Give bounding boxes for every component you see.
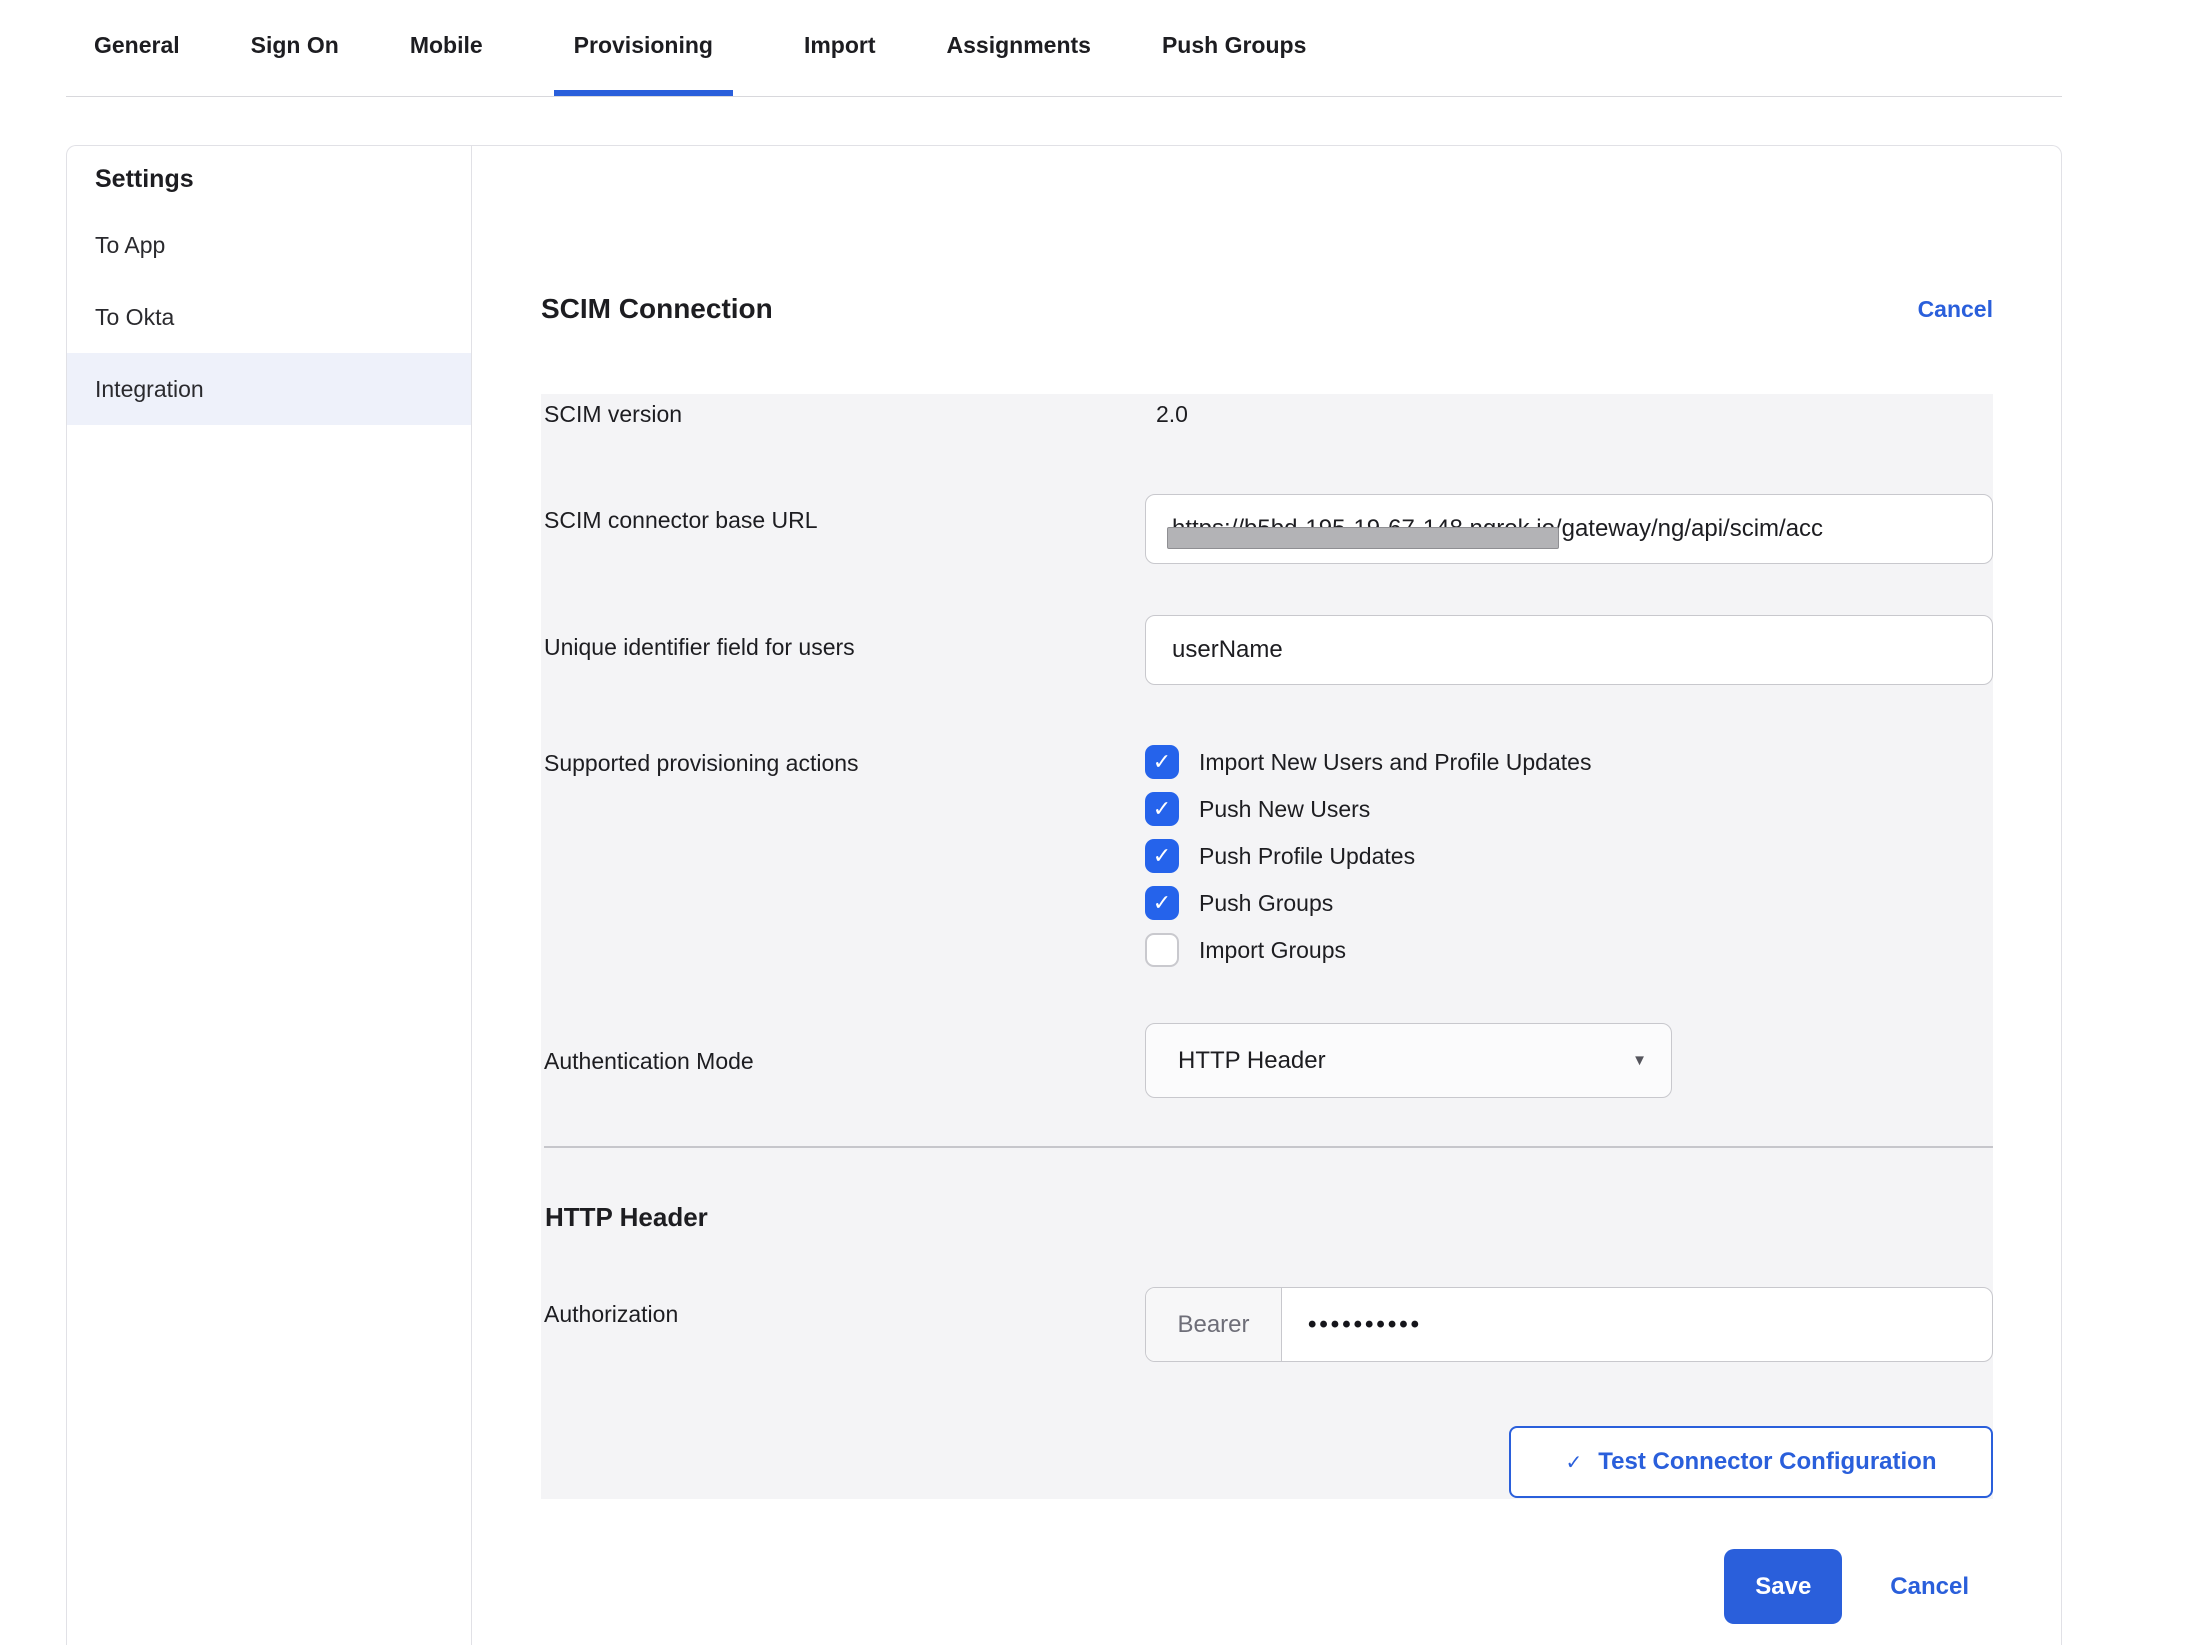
- authentication-mode-value: HTTP Header: [1178, 1047, 1326, 1075]
- test-connector-button-label: Test Connector Configuration: [1598, 1448, 1936, 1476]
- unique-identifier-input[interactable]: userName: [1145, 615, 1993, 685]
- tab-general[interactable]: General: [94, 0, 180, 96]
- provisioning-card: Settings To App To Okta Integration SCIM…: [66, 145, 2062, 1645]
- cancel-link-bottom[interactable]: Cancel: [1890, 1573, 1969, 1601]
- authorization-label: Authorization: [544, 1287, 1145, 1328]
- section-divider: [544, 1146, 1993, 1148]
- tab-import[interactable]: Import: [804, 0, 876, 96]
- redaction-bar: [1167, 527, 1559, 549]
- checkbox-row-push-groups[interactable]: ✓ Push Groups: [1145, 886, 1993, 920]
- sidebar-item-to-app[interactable]: To App: [67, 209, 471, 281]
- sidebar-title: Settings: [95, 164, 471, 194]
- authorization-input-group: Bearer ••••••••••: [1145, 1287, 1993, 1362]
- check-icon: ✓: [1153, 798, 1171, 820]
- checkbox-row-import-groups[interactable]: Import Groups: [1145, 933, 1993, 967]
- checkbox-import-groups[interactable]: [1145, 933, 1179, 967]
- scim-version-value: 2.0: [1145, 400, 1993, 428]
- cancel-link-top[interactable]: Cancel: [1918, 296, 1993, 323]
- unique-identifier-row: Unique identifier field for users userNa…: [544, 615, 1993, 685]
- page-title: SCIM Connection: [541, 294, 773, 324]
- authentication-mode-select[interactable]: HTTP Header ▼: [1145, 1023, 1672, 1098]
- checkbox-row-push-profile-updates[interactable]: ✓ Push Profile Updates: [1145, 839, 1993, 873]
- sidebar-item-integration[interactable]: Integration: [67, 353, 471, 425]
- tab-provisioning[interactable]: Provisioning: [554, 0, 733, 96]
- authentication-mode-row: Authentication Mode HTTP Header ▼: [544, 1023, 1993, 1098]
- test-connector-configuration-button[interactable]: ✓ Test Connector Configuration: [1509, 1426, 1993, 1498]
- heading-row: SCIM Connection Cancel: [541, 294, 1993, 324]
- test-connector-row: ✓ Test Connector Configuration: [544, 1426, 1993, 1498]
- provisioning-actions-list: ✓ Import New Users and Profile Updates ✓…: [1145, 745, 1993, 967]
- check-icon: ✓: [1153, 892, 1171, 914]
- check-icon: ✓: [1566, 1450, 1583, 1475]
- bearer-prefix: Bearer: [1146, 1288, 1282, 1361]
- main-content: SCIM Connection Cancel SCIM version 2.0 …: [472, 146, 2061, 1645]
- settings-sidebar: Settings To App To Okta Integration: [67, 146, 472, 1645]
- checkbox-label: Import Groups: [1199, 936, 1346, 964]
- provisioning-actions-label: Supported provisioning actions: [544, 745, 1145, 777]
- authorization-row: Authorization Bearer ••••••••••: [544, 1287, 1993, 1362]
- checkbox-push-groups[interactable]: ✓: [1145, 886, 1179, 920]
- checkbox-push-profile-updates[interactable]: ✓: [1145, 839, 1179, 873]
- unique-identifier-label: Unique identifier field for users: [544, 615, 1145, 661]
- sidebar-items: To App To Okta Integration: [67, 209, 471, 425]
- checkbox-label: Push Profile Updates: [1199, 842, 1415, 870]
- base-url-redacted-segment: https://b5bd-195-19-67-148.ngrok.io: [1172, 495, 1555, 563]
- scim-form-panel: SCIM version 2.0 SCIM connector base URL…: [541, 394, 1993, 1499]
- save-button[interactable]: Save: [1724, 1549, 1842, 1624]
- app-tab-bar: General Sign On Mobile Provisioning Impo…: [66, 0, 2062, 97]
- base-url-input[interactable]: https://b5bd-195-19-67-148.ngrok.io /gat…: [1145, 494, 1993, 564]
- checkbox-row-import-new-users[interactable]: ✓ Import New Users and Profile Updates: [1145, 745, 1993, 779]
- tab-sign-on[interactable]: Sign On: [251, 0, 339, 96]
- scim-version-label: SCIM version: [544, 400, 1145, 428]
- scim-version-row: SCIM version 2.0: [544, 400, 1993, 428]
- authorization-token-input[interactable]: ••••••••••: [1282, 1288, 1992, 1361]
- sidebar-item-to-okta[interactable]: To Okta: [67, 281, 471, 353]
- base-url-visible-suffix: /gateway/ng/api/scim/acc: [1555, 515, 1823, 542]
- check-icon: ✓: [1153, 845, 1171, 867]
- checkbox-import-new-users[interactable]: ✓: [1145, 745, 1179, 779]
- chevron-down-icon: ▼: [1632, 1052, 1647, 1069]
- checkbox-push-new-users[interactable]: ✓: [1145, 792, 1179, 826]
- http-header-section-title: HTTP Header: [544, 1203, 1993, 1231]
- check-icon: ✓: [1153, 751, 1171, 773]
- checkbox-row-push-new-users[interactable]: ✓ Push New Users: [1145, 792, 1993, 826]
- tab-mobile[interactable]: Mobile: [410, 0, 483, 96]
- tab-push-groups[interactable]: Push Groups: [1162, 0, 1306, 96]
- tab-assignments[interactable]: Assignments: [947, 0, 1091, 96]
- checkbox-label: Import New Users and Profile Updates: [1199, 748, 1591, 776]
- base-url-label: SCIM connector base URL: [544, 494, 1145, 534]
- provisioning-actions-row: Supported provisioning actions ✓ Import …: [544, 745, 1993, 967]
- form-footer: Save Cancel: [541, 1549, 1993, 1624]
- base-url-row: SCIM connector base URL https://b5bd-195…: [544, 494, 1993, 564]
- checkbox-label: Push New Users: [1199, 795, 1370, 823]
- authentication-mode-label: Authentication Mode: [544, 1023, 1145, 1075]
- checkbox-label: Push Groups: [1199, 889, 1333, 917]
